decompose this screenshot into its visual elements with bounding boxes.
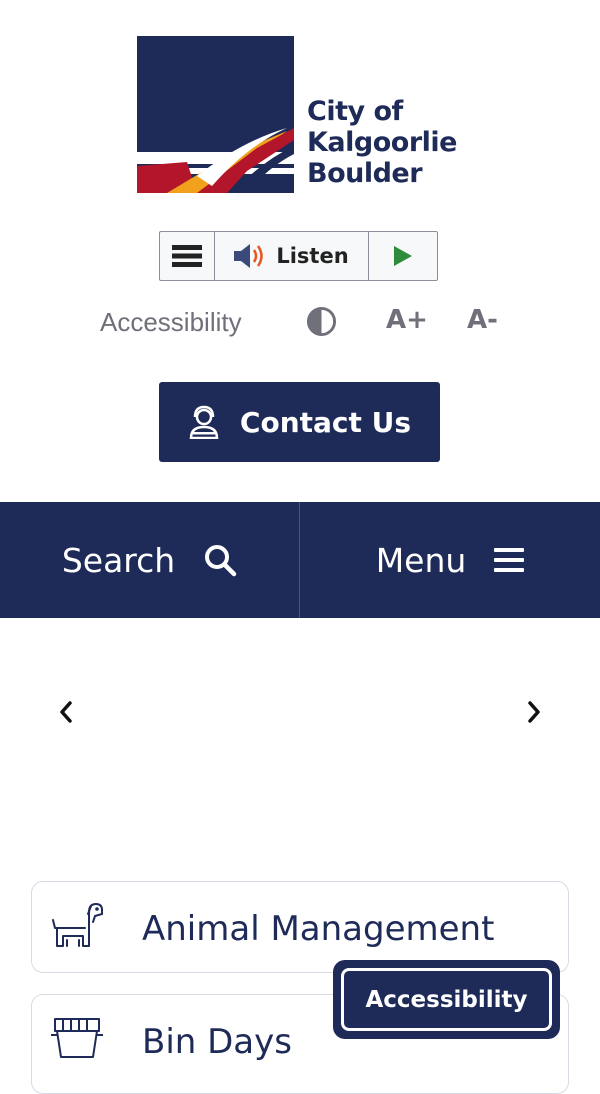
quick-link-label: Animal Management bbox=[142, 909, 495, 949]
menu-toggle[interactable]: Menu bbox=[300, 502, 600, 618]
contact-us-button[interactable]: Contact Us bbox=[159, 382, 440, 462]
carousel-next-button[interactable] bbox=[514, 692, 554, 732]
play-icon bbox=[394, 246, 412, 266]
dog-icon bbox=[52, 903, 103, 947]
quick-link-label: Bin Days bbox=[142, 1022, 292, 1062]
listen-toolbar: Listen bbox=[159, 231, 438, 281]
logo-emblem bbox=[137, 36, 294, 193]
site-logo[interactable]: City of Kalgoorlie Boulder bbox=[137, 36, 467, 196]
logo-line-2: Kalgoorlie bbox=[307, 127, 457, 158]
accessibility-label: Accessibility bbox=[100, 307, 242, 337]
speaker-icon bbox=[234, 244, 264, 268]
floating-accessibility-button[interactable]: Accessibility bbox=[333, 960, 560, 1039]
decrease-text-size-button[interactable]: A- bbox=[467, 305, 498, 335]
logo-line-3: Boulder bbox=[307, 158, 423, 189]
hamburger-icon bbox=[494, 548, 525, 572]
contrast-icon[interactable] bbox=[306, 306, 337, 337]
floating-accessibility-label: Accessibility bbox=[365, 986, 528, 1013]
contact-person-icon bbox=[189, 405, 219, 439]
search-toggle[interactable]: Search bbox=[0, 502, 300, 618]
play-button[interactable] bbox=[369, 232, 437, 280]
search-label: Search bbox=[61, 540, 176, 580]
chevron-left-icon bbox=[60, 701, 72, 723]
logo-wordmark: City of Kalgoorlie Boulder bbox=[307, 96, 457, 189]
logo-line-1: City of bbox=[307, 96, 403, 127]
listen-label: Listen bbox=[276, 244, 349, 268]
bin-icon bbox=[51, 1018, 103, 1058]
floating-accessibility-inner: Accessibility bbox=[341, 968, 552, 1031]
carousel-prev-button[interactable] bbox=[46, 692, 86, 732]
chevron-right-icon bbox=[528, 701, 540, 723]
listen-button[interactable]: Listen bbox=[215, 232, 369, 280]
main-nav-bar: Search Menu bbox=[0, 502, 600, 618]
contact-us-label: Contact Us bbox=[239, 405, 412, 439]
listen-menu-button[interactable] bbox=[160, 232, 215, 280]
increase-text-size-button[interactable]: A+ bbox=[386, 305, 428, 335]
accessibility-toolbar: Accessibility A+ A- bbox=[100, 300, 520, 344]
search-icon bbox=[205, 545, 237, 577]
menu-label: Menu bbox=[375, 540, 467, 580]
hamburger-icon bbox=[172, 245, 202, 267]
